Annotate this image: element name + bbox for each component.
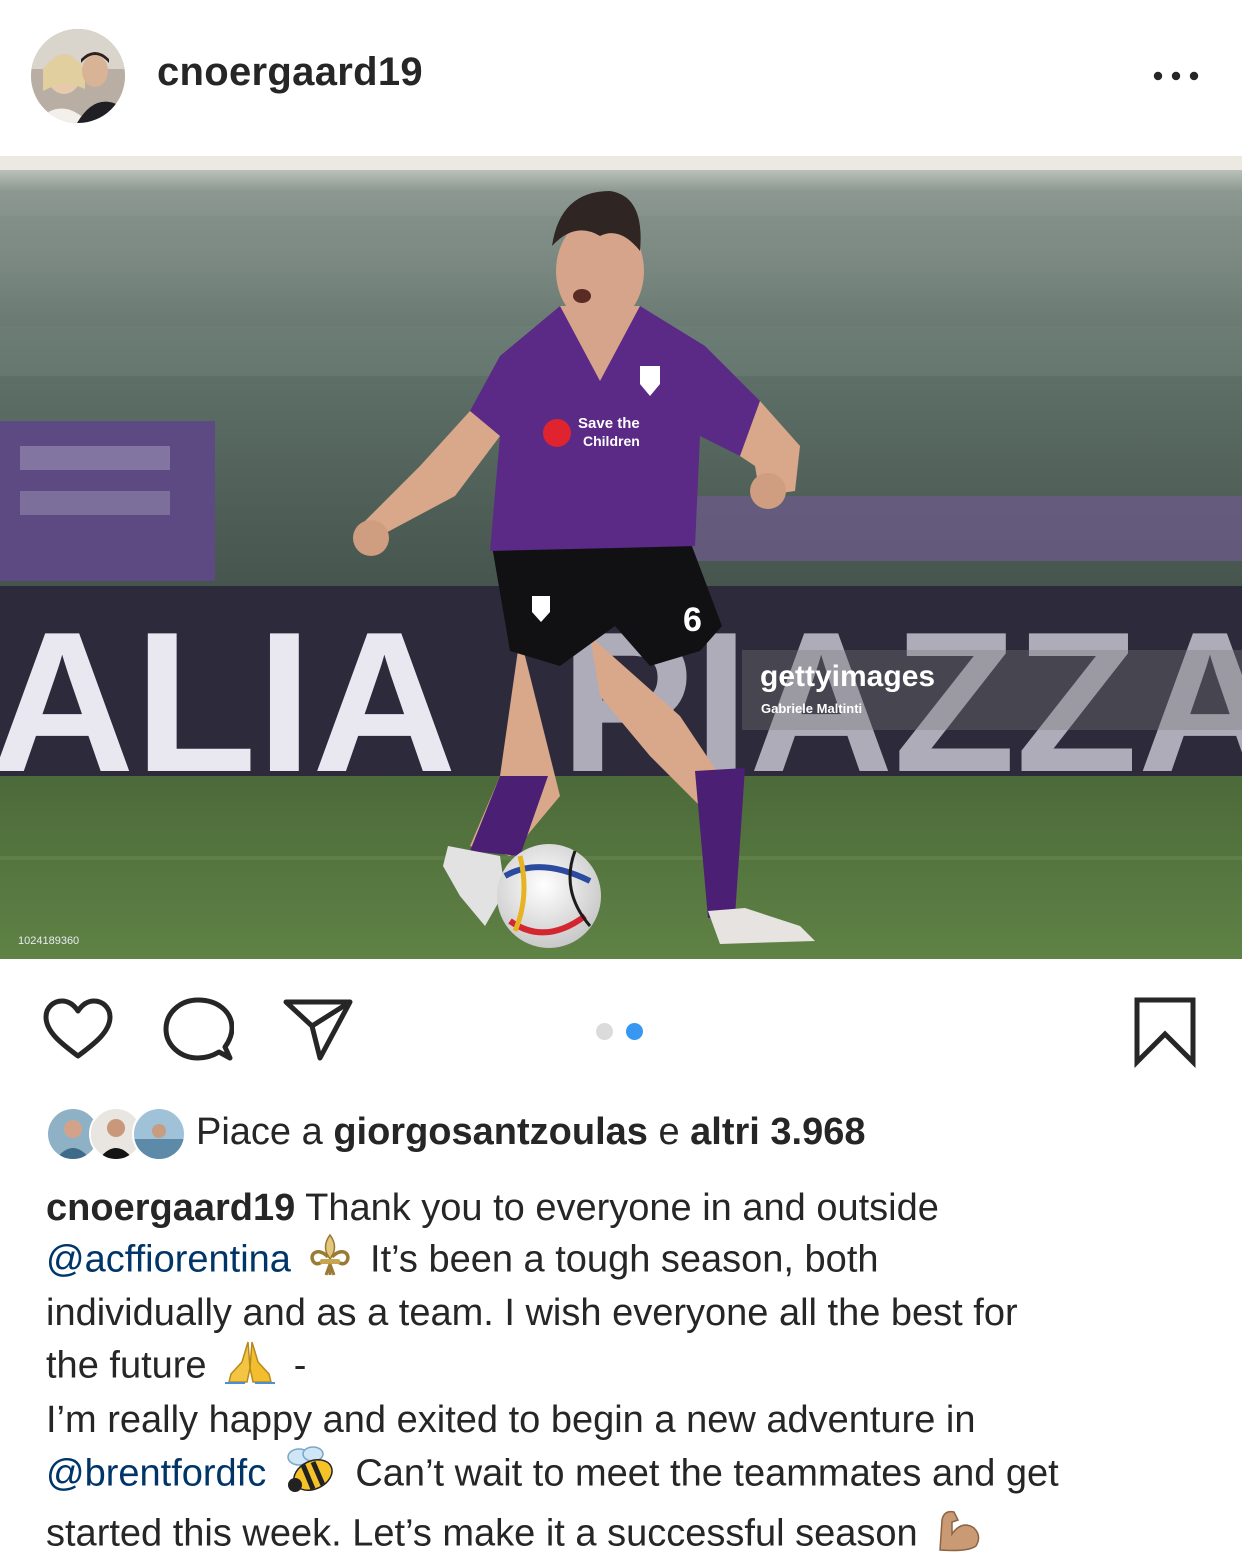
caption-line: started this week. Let’s make it a succe… (46, 1506, 1216, 1564)
caption-text: Thank you to everyone in and outside (305, 1187, 939, 1229)
mention-acffiorentina[interactable]: @acffiorentina (46, 1238, 291, 1280)
caption-text: Can’t wait to meet the teammates and get (355, 1452, 1059, 1495)
caption-dash: - (293, 1344, 307, 1387)
caption-line: @acffiorentina It’s been a tough season,… (46, 1233, 1216, 1290)
caption-text: It’s been a tough season, both (370, 1237, 879, 1280)
carousel-indicator (596, 1023, 646, 1041)
caption-line: the future - (46, 1338, 1216, 1397)
first-liker-username[interactable]: giorgosantzoulas (333, 1111, 648, 1153)
save-button[interactable] (1132, 996, 1198, 1073)
carousel-dot-2-active (626, 1023, 643, 1040)
svg-text:Save the: Save the (578, 415, 640, 432)
caption-line: cnoergaard19 Thank you to everyone in an… (46, 1184, 1216, 1233)
more-options-icon (1153, 71, 1199, 81)
comment-button[interactable] (162, 996, 235, 1069)
svg-text:6: 6 (683, 601, 702, 639)
post-author-username[interactable]: cnoergaard19 (157, 50, 423, 95)
watermark-credit: Gabriele Maltinti (761, 701, 863, 716)
send-icon (283, 999, 353, 1061)
share-button[interactable] (282, 996, 354, 1067)
heart-icon (43, 998, 113, 1059)
bookmark-icon (1134, 997, 1196, 1069)
caption-text: the future (46, 1344, 207, 1387)
image-id-label: 1024189360 (18, 935, 80, 947)
likes-conjunction: e (658, 1111, 680, 1153)
profile-avatar[interactable] (31, 29, 125, 123)
svg-text:Children: Children (583, 433, 640, 449)
post-caption: cnoergaard19 Thank you to everyone in an… (46, 1184, 1216, 1564)
folded-hands-icon (223, 1338, 277, 1397)
caption-line: I’m really happy and exited to begin a n… (46, 1399, 976, 1442)
likes-summary[interactable]: Piace a giorgosantzoulas e altri 3.968 (196, 1111, 866, 1154)
caption-line: individually and as a team. I wish every… (46, 1292, 1018, 1335)
avatar-image (31, 29, 125, 123)
likes-prefix: Piace a (196, 1111, 323, 1153)
post-photo[interactable]: ALIA PIAZZA 6 Save the Children gettyima… (0, 156, 1242, 959)
watermark-brand: gettyimages (760, 660, 936, 693)
getty-watermark: gettyimages Gabriele Maltinti (742, 650, 1242, 730)
comment-icon (163, 997, 235, 1061)
carousel-dot-1 (596, 1023, 613, 1040)
caption-line: @brentfordfc Can’t wait to meet the team… (46, 1445, 1216, 1506)
likes-others-count[interactable]: altri 3.968 (690, 1111, 865, 1153)
football-player-photo: ALIA PIAZZA 6 Save the Children (0, 156, 1242, 959)
caption-username[interactable]: cnoergaard19 (46, 1187, 295, 1229)
liker-avatar (132, 1107, 186, 1161)
fleur-de-lis-icon (307, 1233, 353, 1290)
post-header: cnoergaard19 (0, 0, 1242, 156)
mention-brentfordfc[interactable]: @brentfordfc (46, 1452, 266, 1494)
honeybee-icon (283, 1445, 339, 1506)
more-options-button[interactable] (1148, 62, 1204, 90)
caption-text: started this week. Let’s make it a succe… (46, 1511, 918, 1554)
like-button[interactable] (42, 998, 114, 1067)
flexed-biceps-icon (934, 1506, 984, 1564)
liker-avatars[interactable] (46, 1107, 186, 1161)
